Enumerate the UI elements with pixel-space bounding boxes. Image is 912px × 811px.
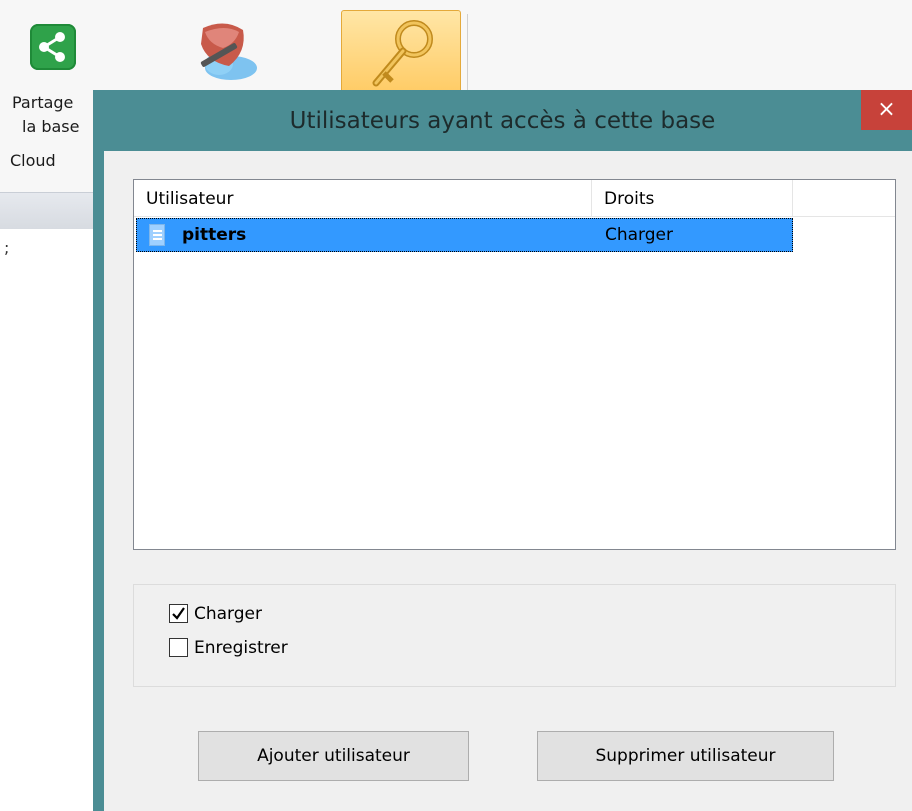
users-list[interactable]: Utilisateur Droits pitters Charger xyxy=(133,179,896,550)
share-label-line1: Partage xyxy=(12,93,74,112)
remove-user-button[interactable]: Supprimer utilisateur xyxy=(537,731,834,781)
left-panel xyxy=(0,229,93,811)
cell-user: pitters xyxy=(182,225,247,245)
ribbon-group-label: Cloud xyxy=(10,151,56,170)
dialog-body: Utilisateur Droits pitters Charger Charg… xyxy=(104,151,912,811)
user-access-button[interactable] xyxy=(341,10,461,98)
checkbox-charger-box[interactable] xyxy=(169,604,188,623)
share-icon xyxy=(39,32,65,62)
user-file-icon xyxy=(149,224,165,246)
checkbox-enregistrer-box[interactable] xyxy=(169,638,188,657)
cloud-user-button[interactable] xyxy=(185,18,265,84)
ribbon-separator xyxy=(467,14,468,94)
checkbox-enregistrer-label: Enregistrer xyxy=(194,638,288,658)
left-panel-text: ; xyxy=(4,238,10,257)
close-icon: × xyxy=(877,97,896,122)
add-user-button[interactable]: Ajouter utilisateur xyxy=(198,731,469,781)
checkbox-charger-label: Charger xyxy=(194,604,262,624)
table-row[interactable]: pitters Charger xyxy=(136,218,793,252)
users-dialog: Utilisateurs ayant accès à cette base × … xyxy=(93,90,912,811)
dialog-title: Utilisateurs ayant accès à cette base xyxy=(289,108,716,134)
close-button[interactable]: × xyxy=(861,90,912,130)
column-header-user[interactable]: Utilisateur xyxy=(134,180,592,216)
column-header-rights[interactable]: Droits xyxy=(592,180,793,216)
share-label-line2: la base xyxy=(22,117,80,136)
check-icon xyxy=(172,607,185,620)
list-header: Utilisateur Droits xyxy=(134,180,895,217)
permissions-group: Charger Enregistrer xyxy=(133,584,896,687)
key-icon xyxy=(372,20,433,87)
cell-rights: Charger xyxy=(605,225,673,245)
dialog-titlebar[interactable]: Utilisateurs ayant accès à cette base × xyxy=(93,90,912,150)
cloud-user-icon xyxy=(200,23,257,80)
share-button[interactable] xyxy=(30,24,76,70)
